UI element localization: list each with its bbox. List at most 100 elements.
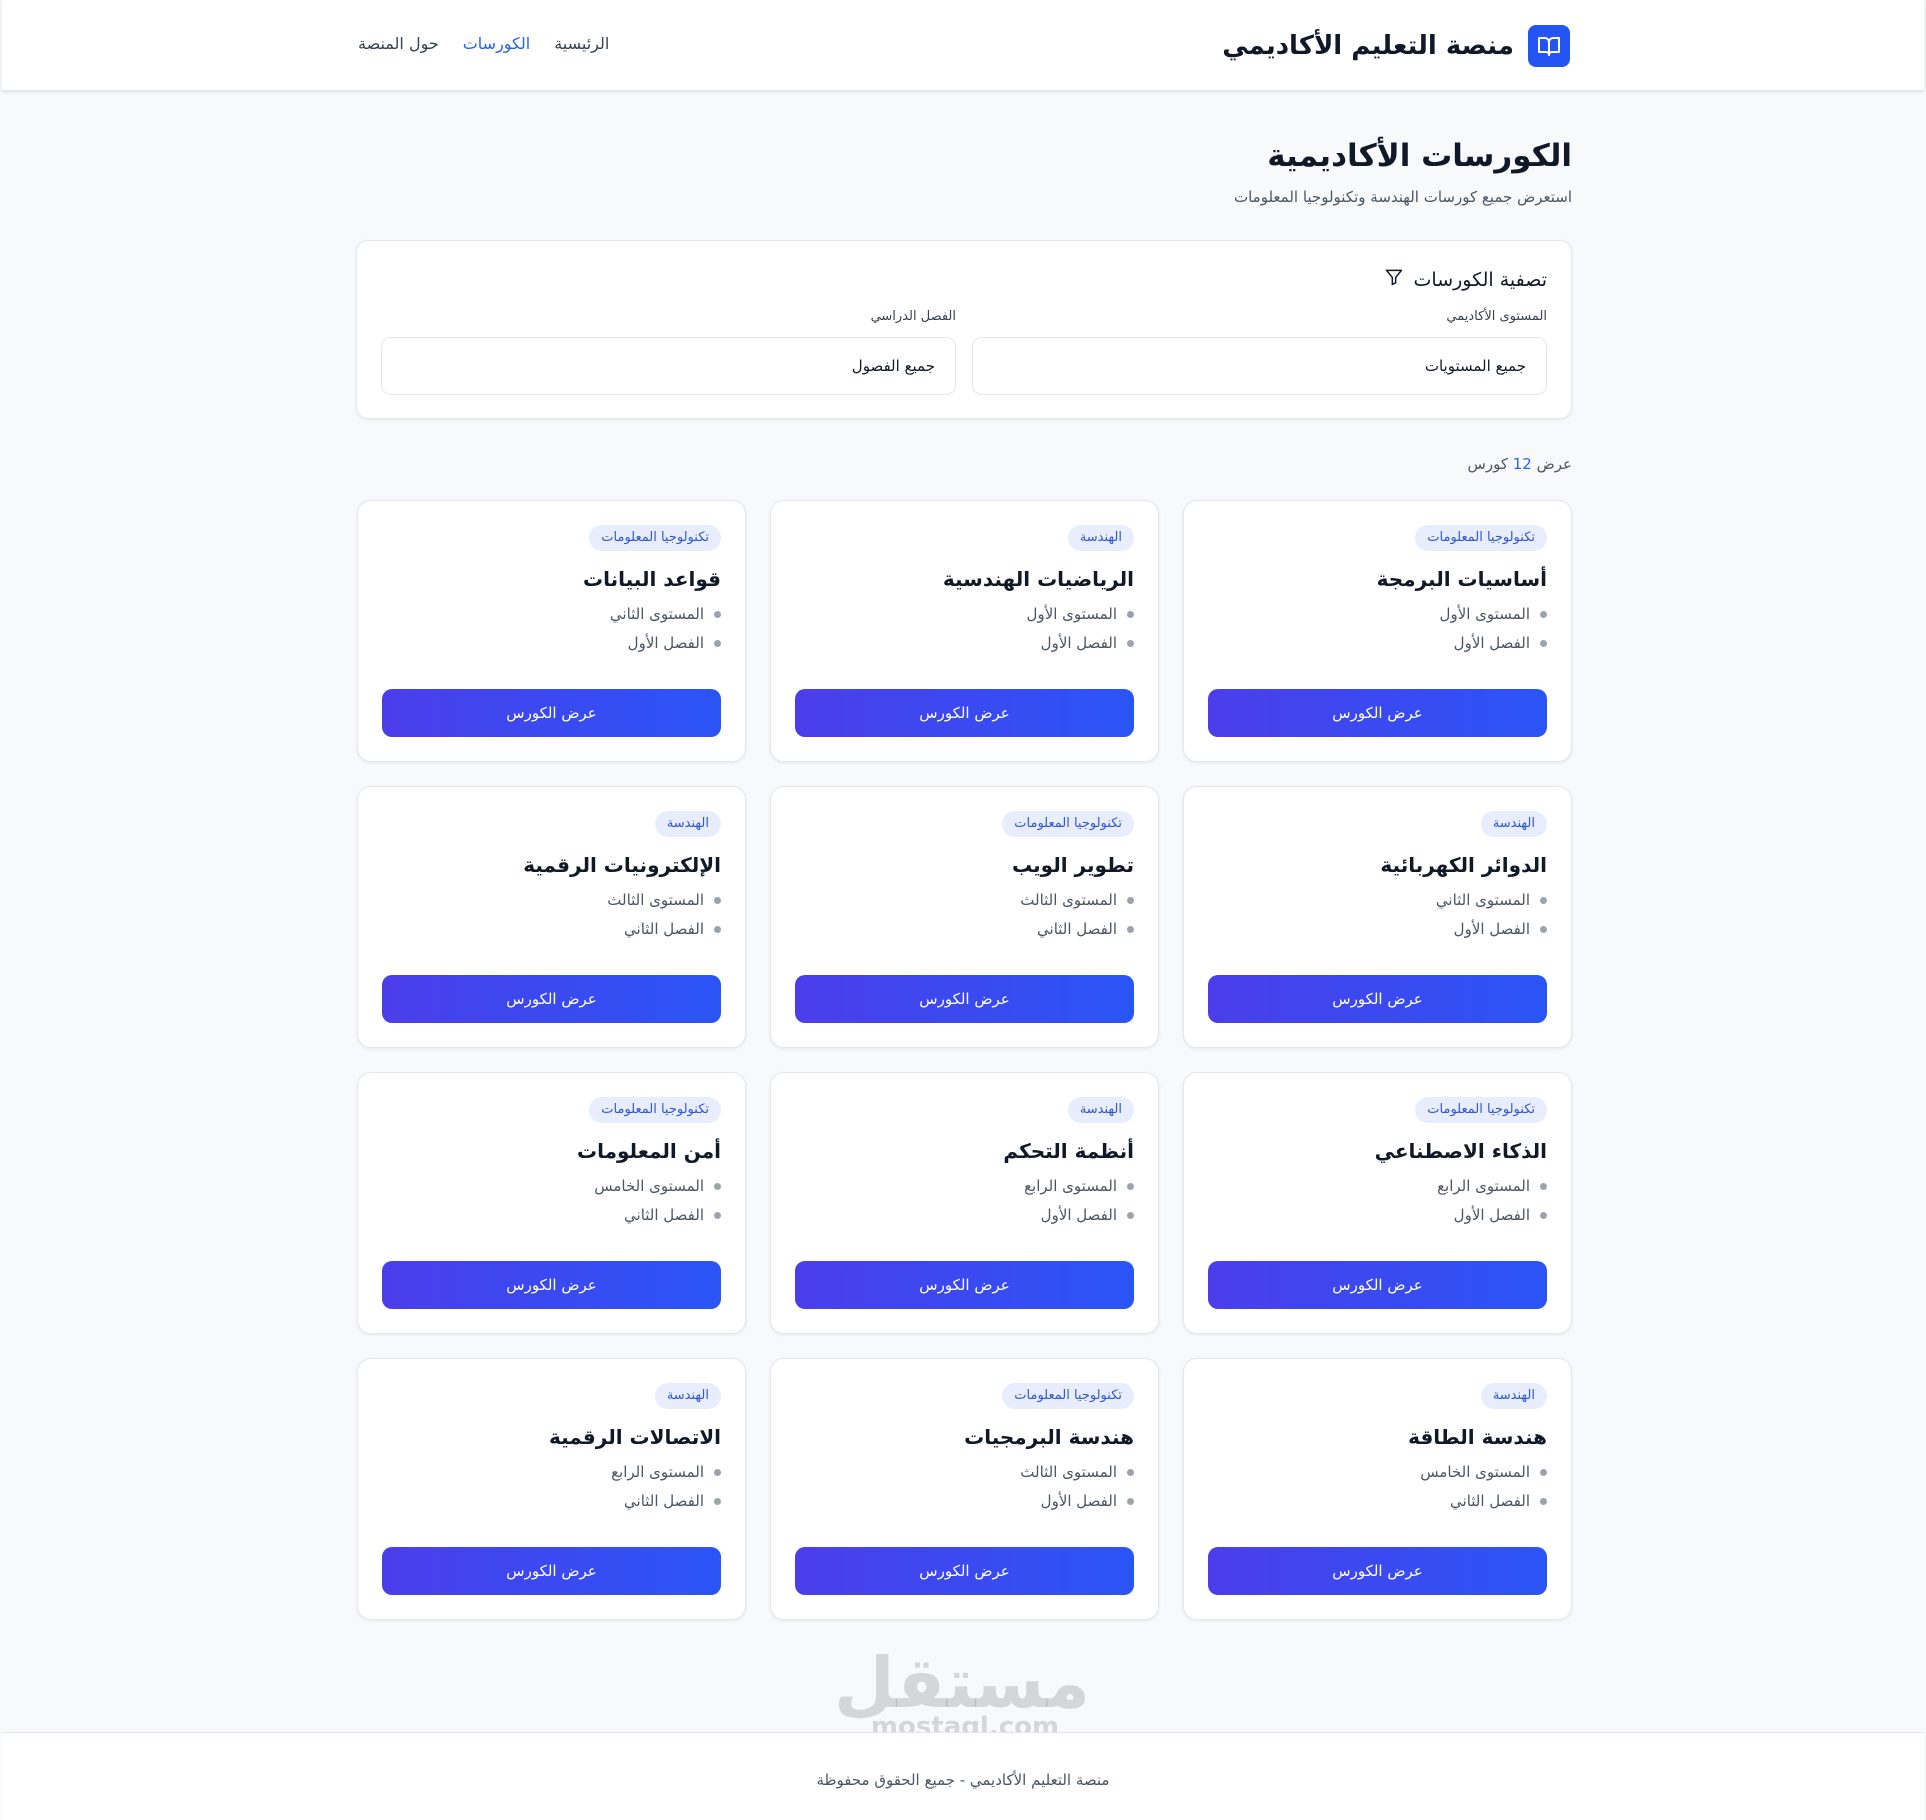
- filter-heading: تصفية الكورسات: [1384, 267, 1547, 292]
- page-subtitle: استعرض جميع كورسات الهندسة وتكنولوجيا ال…: [1233, 188, 1572, 206]
- course-title: أنظمة التحكم: [1003, 1139, 1134, 1163]
- bullet-icon: [1127, 1211, 1134, 1219]
- view-course-button[interactable]: عرض الكورس: [1208, 1547, 1547, 1595]
- course-semester-text: الفصل الأول: [1040, 634, 1117, 652]
- course-title: الدوائر الكهربائية: [1380, 853, 1547, 877]
- course-card: تكنولوجيا المعلومات قواعد البيانات المستوى…: [357, 500, 746, 762]
- nav-item-about[interactable]: حول المنصة: [358, 34, 439, 53]
- course-card: الهندسة الإلكترونيات الرقمية المستوى الثال…: [357, 786, 746, 1048]
- results-count-prefix: عرض: [1536, 455, 1572, 473]
- view-course-button[interactable]: عرض الكورس: [382, 1261, 721, 1309]
- course-semester-text: الفصل الأول: [1453, 1206, 1530, 1224]
- bullet-icon: [714, 610, 721, 618]
- course-category-badge: الهندسة: [1067, 1097, 1134, 1123]
- bullet-icon: [714, 1468, 721, 1476]
- course-card: الهندسة الدوائر الكهربائية المستوى الثاني ا…: [1183, 786, 1572, 1048]
- bullet-icon: [1127, 925, 1134, 933]
- course-semester-text: الفصل الأول: [1453, 634, 1530, 652]
- course-title: الإلكترونيات الرقمية: [523, 853, 721, 877]
- course-title: أمن المعلومات: [577, 1139, 721, 1163]
- bullet-icon: [1540, 1468, 1547, 1476]
- course-title: هندسة الطاقة: [1408, 1425, 1547, 1449]
- level-select[interactable]: جميع المستويات: [972, 337, 1547, 395]
- page-title: الكورسات الأكاديمية: [1267, 138, 1572, 174]
- course-semester-text: الفصل الأول: [1453, 920, 1530, 938]
- course-semester-text: الفصل الأول: [627, 634, 704, 652]
- nav-item-courses[interactable]: الكورسات: [463, 34, 531, 53]
- course-semester-text: الفصل الثاني: [1450, 1492, 1530, 1510]
- mostaql-watermark: مستقل mostaql.com: [833, 1642, 1090, 1740]
- bullet-icon: [714, 1497, 721, 1505]
- course-level-text: المستوى الرابع: [1437, 1177, 1530, 1195]
- course-category-badge: الهندسة: [1067, 525, 1134, 551]
- nav-item-home[interactable]: الرئيسية: [554, 34, 609, 53]
- course-semester: الفصل الأول: [795, 1206, 1134, 1224]
- view-course-button[interactable]: عرض الكورس: [1208, 975, 1547, 1023]
- results-count: عرض 12 كورس: [1468, 455, 1572, 473]
- course-semester: الفصل الأول: [795, 1492, 1134, 1510]
- view-course-button[interactable]: عرض الكورس: [1208, 1261, 1547, 1309]
- course-title: أساسيات البرمجة: [1376, 567, 1547, 591]
- view-course-button[interactable]: عرض الكورس: [795, 689, 1134, 737]
- course-semester: الفصل الثاني: [1208, 1492, 1547, 1510]
- course-semester: الفصل الثاني: [382, 920, 721, 938]
- course-level: المستوى الخامس: [382, 1177, 721, 1195]
- course-category-badge: تكنولوجيا المعلومات: [1002, 811, 1134, 837]
- course-category-badge: تكنولوجيا المعلومات: [589, 525, 721, 551]
- course-semester: الفصل الثاني: [795, 920, 1134, 938]
- view-course-button[interactable]: عرض الكورس: [382, 689, 721, 737]
- bullet-icon: [1540, 925, 1547, 933]
- bullet-icon: [1127, 610, 1134, 618]
- course-level: المستوى الثالث: [795, 891, 1134, 909]
- course-level-text: المستوى الثاني: [1435, 891, 1530, 909]
- view-course-button[interactable]: عرض الكورس: [382, 1547, 721, 1595]
- course-category-badge: الهندسة: [1480, 811, 1547, 837]
- view-course-button[interactable]: عرض الكورس: [795, 975, 1134, 1023]
- course-level: المستوى الثاني: [382, 605, 721, 623]
- view-course-button[interactable]: عرض الكورس: [1208, 689, 1547, 737]
- bullet-icon: [1540, 1497, 1547, 1505]
- bullet-icon: [1540, 639, 1547, 647]
- watermark-arabic: مستقل: [833, 1642, 1090, 1724]
- bullet-icon: [1540, 896, 1547, 904]
- course-level-text: المستوى الثالث: [1020, 891, 1117, 909]
- level-filter: المستوى الأكاديمي جميع المستويات: [972, 309, 1547, 395]
- course-category-badge: تكنولوجيا المعلومات: [1415, 525, 1547, 551]
- course-level-text: المستوى الأول: [1439, 605, 1530, 623]
- course-semester-text: الفصل الثاني: [624, 1206, 704, 1224]
- course-level: المستوى الثاني: [1208, 891, 1547, 909]
- course-semester: الفصل الأول: [1208, 1206, 1547, 1224]
- course-level: المستوى الثالث: [795, 1463, 1134, 1481]
- course-card: تكنولوجيا المعلومات أساسيات البرمجة المستو…: [1183, 500, 1572, 762]
- bullet-icon: [1127, 896, 1134, 904]
- course-category-badge: الهندسة: [654, 811, 721, 837]
- bullet-icon: [714, 1182, 721, 1190]
- footer: منصة التعليم الأكاديمي - جميع الحقوق محف…: [2, 1732, 1924, 1820]
- view-course-button[interactable]: عرض الكورس: [795, 1261, 1134, 1309]
- course-level-text: المستوى الأول: [1026, 605, 1117, 623]
- course-semester-text: الفصل الثاني: [624, 920, 704, 938]
- course-level-text: المستوى الثالث: [607, 891, 704, 909]
- bullet-icon: [714, 896, 721, 904]
- course-level-text: المستوى الرابع: [1024, 1177, 1117, 1195]
- course-semester: الفصل الأول: [1208, 634, 1547, 652]
- course-card: الهندسة الرياضيات الهندسية المستوى الأول ال…: [770, 500, 1159, 762]
- course-card: تكنولوجيا المعلومات أمن المعلومات المستوى …: [357, 1072, 746, 1334]
- bullet-icon: [1127, 1182, 1134, 1190]
- footer-text: منصة التعليم الأكاديمي - جميع الحقوق محف…: [816, 1771, 1110, 1789]
- bullet-icon: [714, 639, 721, 647]
- course-title: تطوير الويب: [1011, 853, 1134, 877]
- level-filter-label: المستوى الأكاديمي: [1446, 309, 1547, 324]
- bullet-icon: [1540, 1182, 1547, 1190]
- view-course-button[interactable]: عرض الكورس: [382, 975, 721, 1023]
- course-semester: الفصل الثاني: [382, 1206, 721, 1224]
- top-header: منصة التعليم الأكاديمي حول المنصة الكورس…: [2, 0, 1924, 91]
- bullet-icon: [714, 1211, 721, 1219]
- semester-filter-label: الفصل الدراسي: [870, 309, 956, 324]
- semester-select[interactable]: جميع الفصول: [381, 337, 956, 395]
- course-card: تكنولوجيا المعلومات هندسة البرمجيات المستو…: [770, 1358, 1159, 1620]
- course-level-text: المستوى الرابع: [611, 1463, 704, 1481]
- view-course-button[interactable]: عرض الكورس: [795, 1547, 1134, 1595]
- brand[interactable]: منصة التعليم الأكاديمي: [1222, 25, 1570, 67]
- course-semester-text: الفصل الثاني: [1037, 920, 1117, 938]
